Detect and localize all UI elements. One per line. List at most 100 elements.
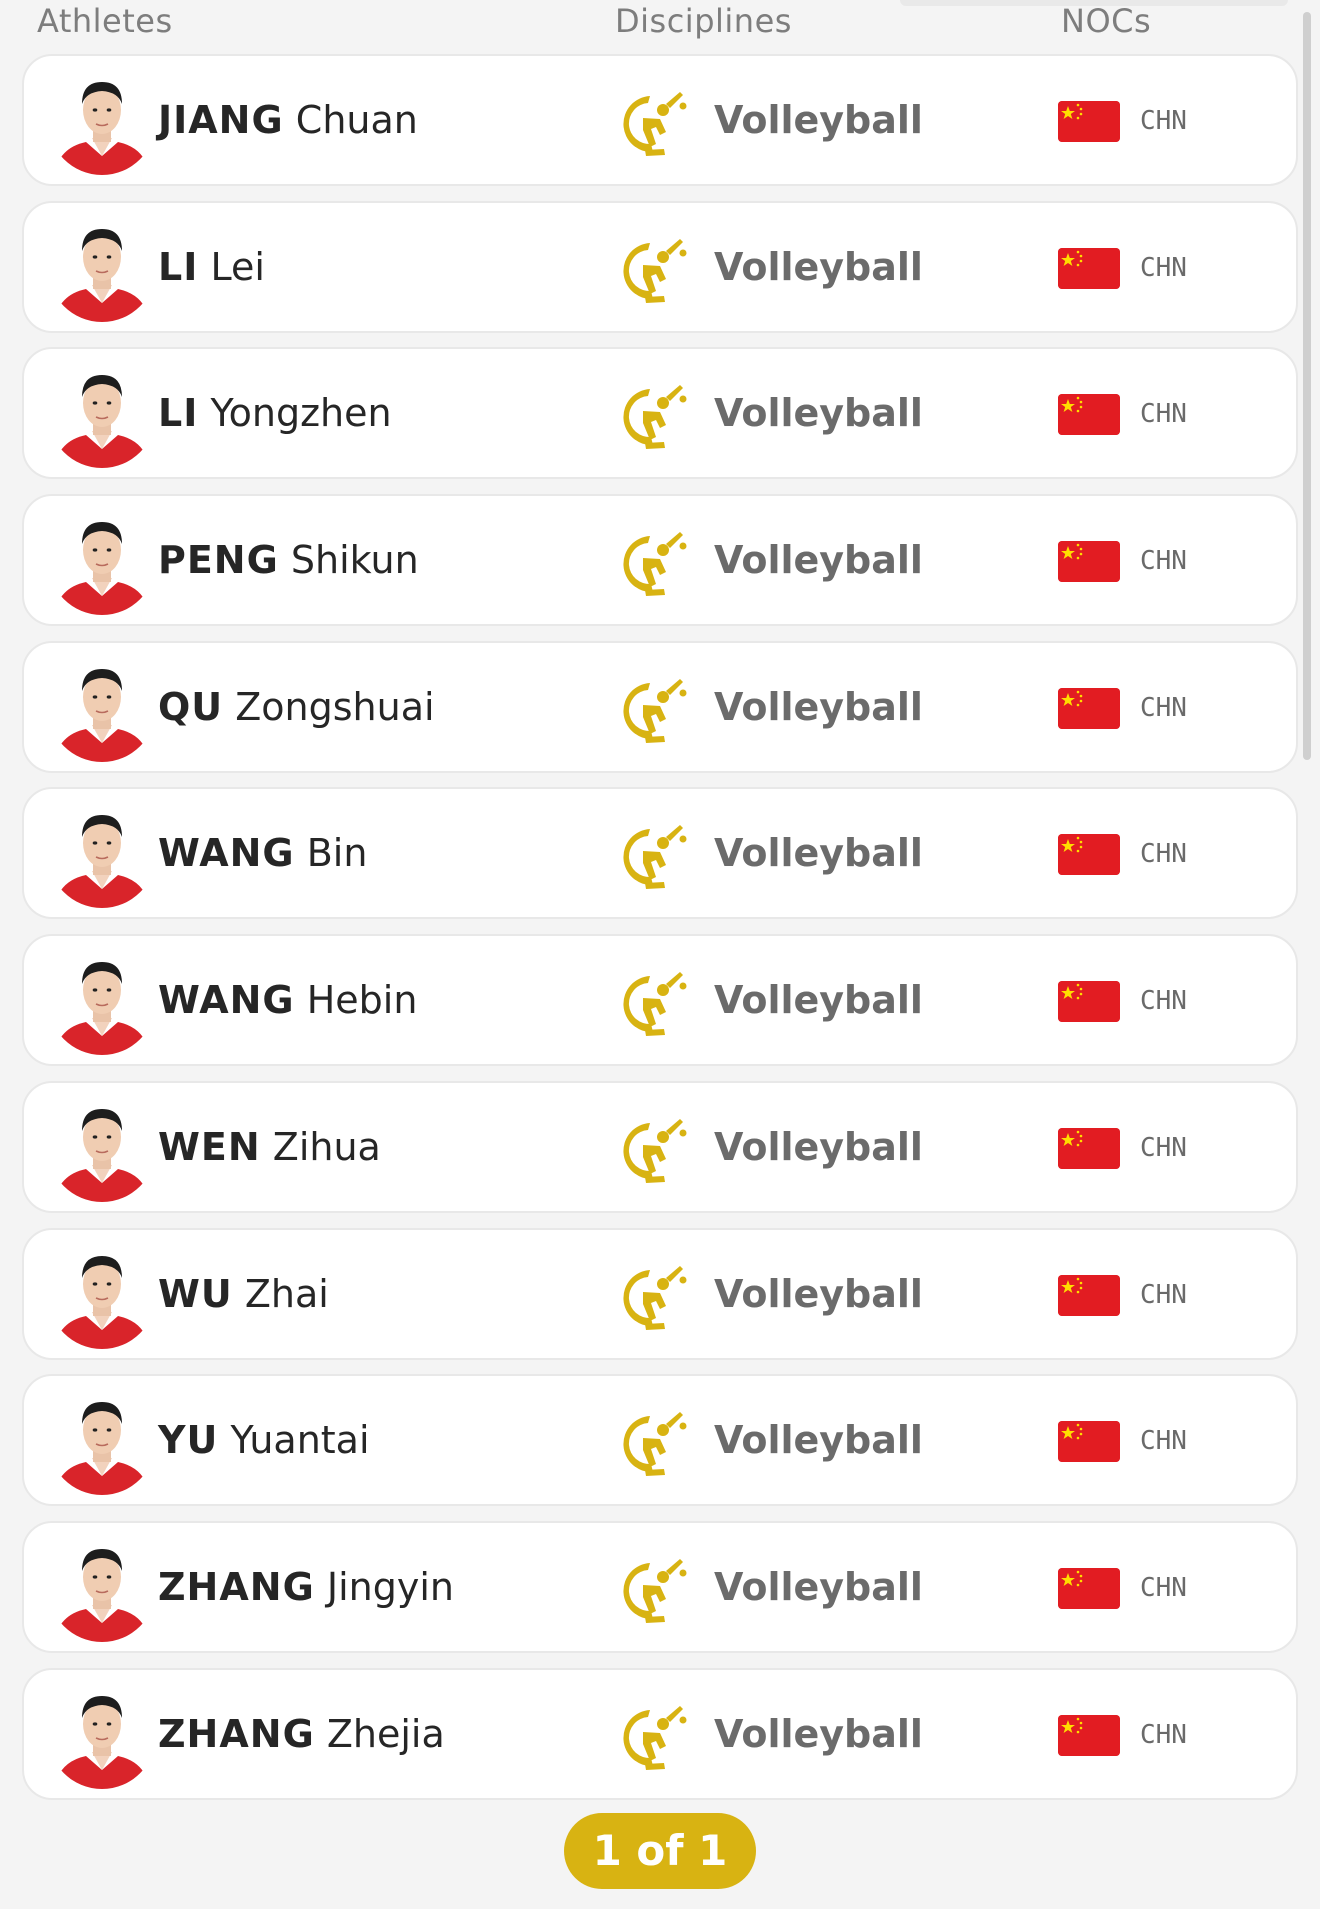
discipline-label: Volleyball: [714, 684, 923, 729]
china-flag-icon: [1058, 834, 1120, 876]
athlete-name[interactable]: ZHANG Zhejia: [158, 1712, 445, 1756]
athlete-given-name: Hebin: [306, 978, 418, 1023]
noc-code: CHN: [1140, 692, 1187, 723]
athlete-family-name: WU: [158, 1271, 233, 1316]
athlete-row[interactable]: WANG Bin Volleyball CHN: [22, 787, 1298, 920]
china-flag-icon: [1058, 1567, 1120, 1609]
athlete-family-name: LI: [158, 391, 199, 436]
table-header: Athletes Disciplines NOCs: [0, 0, 1320, 50]
athlete-row[interactable]: JIANG Chuan Volleyball CHN: [22, 54, 1298, 186]
athlete-list: JIANG Chuan Volleyball CHN LI Lei Volley…: [22, 54, 1298, 1814]
athlete-family-name: WANG: [158, 831, 295, 876]
athlete-avatar: [48, 947, 156, 1056]
noc-code: CHN: [1140, 252, 1187, 283]
athlete-name[interactable]: QU Zongshuai: [158, 685, 435, 729]
china-flag-icon: [1058, 394, 1120, 436]
athlete-name[interactable]: WANG Bin: [158, 831, 367, 875]
noc-code: CHN: [1140, 839, 1187, 870]
athlete-family-name: ZHANG: [158, 1711, 315, 1756]
athlete-given-name: Zongshuai: [235, 684, 435, 729]
discipline-label: Volleyball: [714, 1271, 923, 1316]
discipline-label: Volleyball: [714, 538, 923, 583]
volleyball-pictogram-icon: [623, 1412, 687, 1477]
china-flag-icon: [1058, 101, 1120, 142]
athlete-avatar: [48, 1680, 156, 1789]
athlete-name[interactable]: WEN Zihua: [158, 1125, 381, 1169]
athlete-name[interactable]: LI Lei: [158, 245, 265, 289]
athlete-family-name: PENG: [158, 538, 279, 583]
china-flag-icon: [1058, 687, 1120, 729]
athlete-name[interactable]: YU Yuantai: [158, 1418, 370, 1462]
athlete-family-name: YU: [158, 1418, 219, 1463]
athlete-row[interactable]: ZHANG Jingyin Volleyball CHN: [22, 1520, 1298, 1653]
athlete-row[interactable]: QU Zongshuai Volleyball CHN: [22, 640, 1298, 773]
china-flag-icon: [1058, 1421, 1120, 1463]
header-athletes[interactable]: Athletes: [37, 2, 173, 40]
athlete-row[interactable]: LI Lei Volleyball CHN: [22, 200, 1298, 333]
volleyball-pictogram-icon: [623, 1705, 687, 1770]
volleyball-pictogram-icon: [623, 825, 687, 890]
athlete-given-name: Yuantai: [230, 1418, 370, 1463]
athlete-avatar: [48, 653, 156, 762]
athlete-given-name: Chuan: [295, 98, 418, 142]
athlete-given-name: Zihua: [272, 1124, 381, 1169]
athlete-avatar: [48, 800, 156, 909]
volleyball-pictogram-icon: [623, 1265, 687, 1330]
athlete-avatar: [48, 1533, 156, 1642]
china-flag-icon: [1058, 981, 1120, 1023]
china-flag-icon: [1058, 541, 1120, 583]
discipline-label: Volleyball: [714, 978, 923, 1023]
athlete-family-name: ZHANG: [158, 1564, 315, 1609]
noc-code: CHN: [1140, 546, 1187, 577]
athlete-given-name: Shikun: [290, 538, 419, 583]
athlete-name[interactable]: LI Yongzhen: [158, 391, 392, 435]
china-flag-icon: [1058, 1274, 1120, 1316]
athlete-name[interactable]: ZHANG Jingyin: [158, 1565, 454, 1609]
athlete-avatar: [48, 67, 156, 175]
discipline-label: Volleyball: [714, 391, 923, 436]
athlete-name[interactable]: JIANG Chuan: [158, 98, 418, 142]
athlete-avatar: [48, 1240, 156, 1349]
athlete-row[interactable]: WANG Hebin Volleyball CHN: [22, 934, 1298, 1067]
noc-code: CHN: [1140, 1279, 1187, 1310]
noc-code: CHN: [1140, 986, 1187, 1017]
china-flag-icon: [1058, 1127, 1120, 1169]
athlete-name[interactable]: WANG Hebin: [158, 978, 417, 1022]
athlete-row[interactable]: YU Yuantai Volleyball CHN: [22, 1374, 1298, 1507]
athlete-row[interactable]: WU Zhai Volleyball CHN: [22, 1227, 1298, 1360]
athlete-family-name: QU: [158, 684, 224, 729]
athlete-given-name: Zhejia: [326, 1711, 445, 1756]
discipline-label: Volleyball: [714, 1418, 923, 1463]
china-flag-icon: [1058, 247, 1120, 289]
athlete-given-name: Bin: [306, 831, 368, 876]
volleyball-pictogram-icon: [623, 92, 687, 156]
volleyball-pictogram-icon: [623, 972, 687, 1037]
china-flag-icon: [1058, 1714, 1120, 1756]
header-nocs[interactable]: NOCs: [1061, 2, 1151, 40]
athlete-family-name: WANG: [158, 978, 295, 1023]
athlete-row[interactable]: LI Yongzhen Volleyball CHN: [22, 347, 1298, 480]
athlete-family-name: JIANG: [158, 98, 284, 142]
discipline-label: Volleyball: [714, 1711, 923, 1756]
athlete-row[interactable]: PENG Shikun Volleyball CHN: [22, 494, 1298, 627]
header-disciplines[interactable]: Disciplines: [615, 2, 792, 40]
volleyball-pictogram-icon: [623, 532, 687, 597]
athlete-avatar: [48, 213, 156, 322]
volleyball-pictogram-icon: [623, 238, 687, 303]
athlete-name[interactable]: WU Zhai: [158, 1272, 329, 1316]
volleyball-pictogram-icon: [623, 678, 687, 743]
athlete-avatar: [48, 360, 156, 469]
pagination-badge[interactable]: 1 of 1: [564, 1813, 756, 1889]
athlete-given-name: Jingyin: [326, 1564, 454, 1609]
noc-code: CHN: [1140, 1572, 1187, 1603]
athlete-name[interactable]: PENG Shikun: [158, 538, 419, 582]
athlete-avatar: [48, 1387, 156, 1496]
scrollbar[interactable]: [1303, 12, 1311, 760]
noc-code: CHN: [1140, 1719, 1187, 1750]
volleyball-pictogram-icon: [623, 385, 687, 450]
noc-code: CHN: [1140, 1426, 1187, 1457]
athlete-row[interactable]: ZHANG Zhejia Volleyball CHN: [22, 1667, 1298, 1800]
athlete-row[interactable]: WEN Zihua Volleyball CHN: [22, 1080, 1298, 1213]
athlete-given-name: Lei: [210, 244, 265, 289]
discipline-label: Volleyball: [714, 831, 923, 876]
